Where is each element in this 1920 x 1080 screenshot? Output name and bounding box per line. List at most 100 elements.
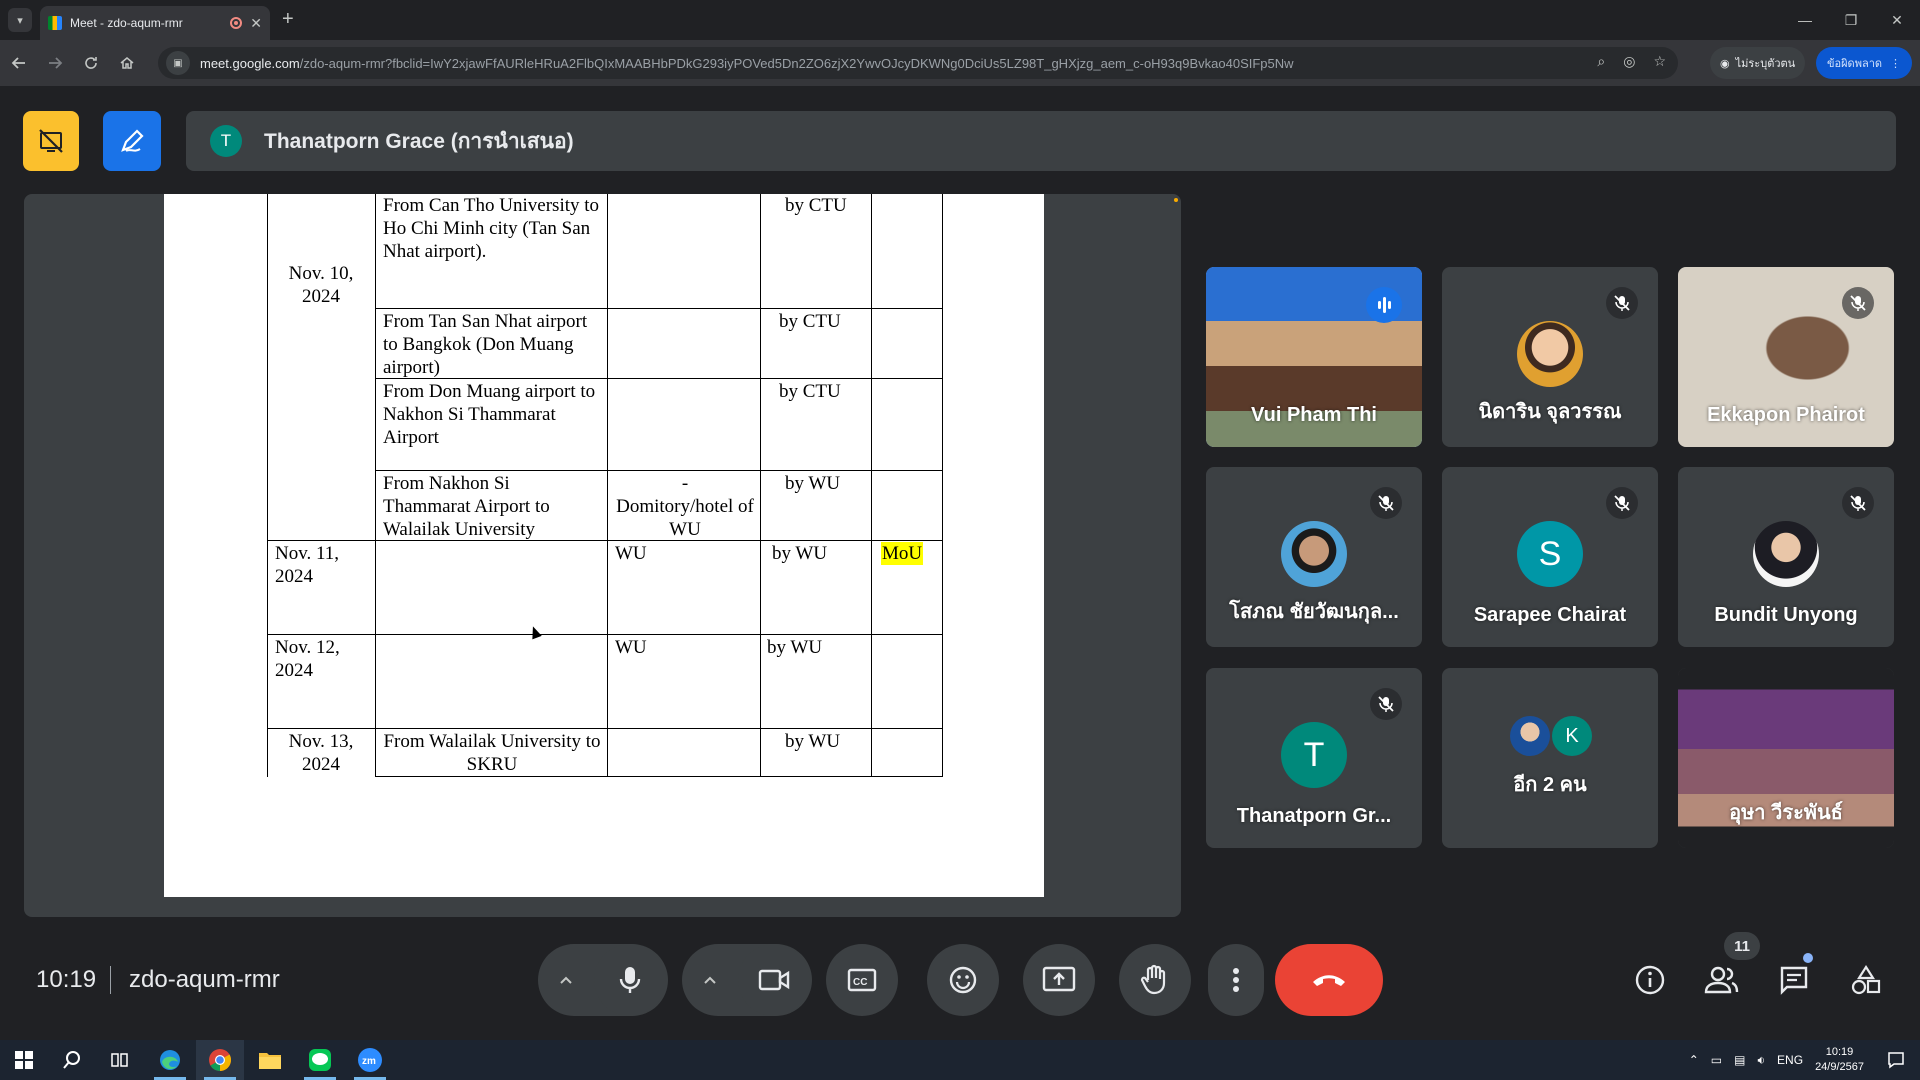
notifications-button[interactable] (1872, 1040, 1920, 1080)
divider (110, 966, 111, 994)
activities-button[interactable] (1842, 956, 1890, 1004)
task-view-button[interactable] (96, 1040, 144, 1080)
tab-search-button[interactable]: ▾ (8, 8, 32, 32)
taskbar-clock[interactable]: 10:19 24/9/2567 (1815, 1045, 1864, 1075)
people-icon (1704, 966, 1739, 994)
raise-hand-button[interactable] (1119, 944, 1191, 1016)
reload-button[interactable] (74, 46, 108, 80)
close-window-button[interactable]: ✕ (1874, 0, 1920, 40)
table-cell-transport: by WU (785, 731, 841, 752)
leave-call-button[interactable] (1275, 944, 1383, 1016)
meet-tray-icon[interactable]: ▭ (1711, 1053, 1722, 1067)
mic-off-icon (1606, 287, 1638, 319)
table-cell-date: Nov. 11, 2024 (275, 543, 340, 587)
clock-time: 10:19 (1825, 1046, 1854, 1058)
network-icon[interactable]: ▤ (1734, 1053, 1745, 1067)
info-icon (1635, 965, 1665, 995)
participant-tile[interactable]: S Sarapee Chairat (1442, 467, 1658, 647)
chat-button[interactable] (1770, 956, 1818, 1004)
captions-button[interactable]: CC (826, 944, 898, 1016)
camera-button[interactable] (738, 944, 810, 1016)
volume-icon[interactable]: 🔉︎ (1757, 1053, 1765, 1068)
participant-name: โสภณ ชัยวัฒนกุล... (1229, 601, 1399, 623)
table-cell-transport: by CTU (785, 195, 847, 216)
participant-tile[interactable]: Ekkapon Phairot (1678, 267, 1894, 447)
mic-icon (619, 967, 641, 993)
table-cell-transport: by CTU (779, 381, 841, 402)
table-cell-accommodation: - Domitory/hotel of WU (616, 473, 754, 540)
chat-unread-indicator (1803, 953, 1813, 963)
taskbar-search-button[interactable] (48, 1040, 96, 1080)
svg-text:zm: zm (362, 1056, 376, 1067)
participant-tile-others[interactable]: K อีก 2 คน (1442, 668, 1658, 848)
mic-off-icon (1842, 287, 1874, 319)
url-text[interactable]: meet.google.com/zdo-aqum-rmr?fbclid=IwY2… (200, 56, 1580, 71)
language-indicator[interactable]: ENG (1777, 1053, 1803, 1067)
participant-avatar (1510, 716, 1550, 756)
taskbar-zoom[interactable]: zm (346, 1040, 394, 1080)
present-screen-button[interactable] (1023, 944, 1095, 1016)
error-button[interactable]: ข้อผิดพลาด ⋮ (1816, 47, 1912, 79)
table-cell-route: From Walailak University to SKRU (383, 731, 601, 775)
new-tab-button[interactable]: + (282, 8, 294, 31)
tab-meet[interactable]: Meet - zdo-aqum-rmr ✕ (40, 6, 270, 40)
participant-avatar: T (1281, 722, 1347, 788)
table-cell-route: From Nakhon Si Thammarat Airport to Wala… (383, 473, 550, 540)
meet-favicon-icon (48, 16, 62, 30)
minimize-button[interactable]: — (1782, 0, 1828, 40)
tab-close-icon[interactable]: ✕ (250, 15, 262, 32)
participant-name: อีก 2 คน (1513, 774, 1587, 796)
meeting-time: 10:19 (36, 966, 97, 993)
speaking-indicator-icon (1366, 287, 1402, 323)
site-info-icon[interactable]: ▣ (166, 51, 190, 75)
audio-options-button[interactable] (538, 944, 594, 1016)
participant-tile[interactable]: โสภณ ชัยวัฒนกุล... (1206, 467, 1422, 647)
table-cell-transport: by WU (772, 543, 828, 564)
participant-tile[interactable]: นิดาริน จุลวรรณ (1442, 267, 1658, 447)
participant-tile[interactable]: Vui Pham Thi (1206, 267, 1422, 447)
participant-avatar: S (1517, 521, 1583, 587)
windows-logo-icon (15, 1051, 33, 1069)
eye-off-icon[interactable]: ◎ (1623, 53, 1635, 70)
participant-tile[interactable]: T Thanatporn Gr... (1206, 668, 1422, 848)
reactions-button[interactable] (927, 944, 999, 1016)
address-bar[interactable]: ▣ meet.google.com/zdo-aqum-rmr?fbclid=Iw… (158, 47, 1678, 79)
table-cell-date: Nov. 13, 2024 (288, 731, 354, 775)
back-button[interactable] (2, 46, 36, 80)
activities-icon (1851, 964, 1881, 995)
annotate-button[interactable] (103, 111, 161, 171)
taskbar-edge[interactable] (146, 1040, 194, 1080)
meeting-details-button[interactable] (1626, 956, 1674, 1004)
presenter-banner: T Thanatporn Grace (การนำเสนอ) (186, 111, 1896, 171)
people-button[interactable] (1698, 956, 1746, 1004)
stop-presenting-button[interactable] (23, 111, 79, 171)
home-button[interactable] (110, 46, 144, 80)
participant-avatar: K (1552, 716, 1592, 756)
home-icon (120, 57, 134, 69)
microphone-button[interactable] (594, 944, 666, 1016)
incognito-label: ไม่ระบุตัวตน (1735, 58, 1796, 70)
chevron-up-icon[interactable]: ⌃ (1689, 1053, 1699, 1067)
video-options-button[interactable] (682, 944, 738, 1016)
svg-text:CC: CC (853, 977, 867, 988)
taskbar-line[interactable] (296, 1040, 344, 1080)
start-button[interactable] (0, 1040, 48, 1080)
table-cell-route: From Can Tho University to Ho Chi Minh c… (383, 195, 600, 262)
table-cell-transport: by WU (767, 637, 823, 658)
pen-icon (121, 129, 144, 152)
forward-button[interactable] (38, 46, 72, 80)
taskbar-chrome[interactable] (196, 1040, 244, 1080)
zoom-icon[interactable]: ⌕ (1597, 53, 1605, 70)
taskbar-file-explorer[interactable] (246, 1040, 294, 1080)
participant-avatar (1753, 521, 1819, 587)
more-options-button[interactable] (1208, 944, 1264, 1016)
participant-name: อุษา วีระพันธ์ (1729, 802, 1843, 824)
participant-tile[interactable]: Bundit Unyong (1678, 467, 1894, 647)
participant-tile[interactable]: อุษา วีระพันธ์ (1678, 668, 1894, 848)
restore-button[interactable]: ❐ (1828, 0, 1874, 40)
tab-title: Meet - zdo-aqum-rmr (70, 16, 183, 30)
participant-name: Sarapee Chairat (1473, 604, 1627, 626)
folder-icon (259, 1053, 281, 1069)
bookmark-star-icon[interactable]: ☆ (1653, 53, 1666, 70)
incognito-profile-button[interactable]: ◉ ไม่ระบุตัวตน (1710, 47, 1806, 79)
